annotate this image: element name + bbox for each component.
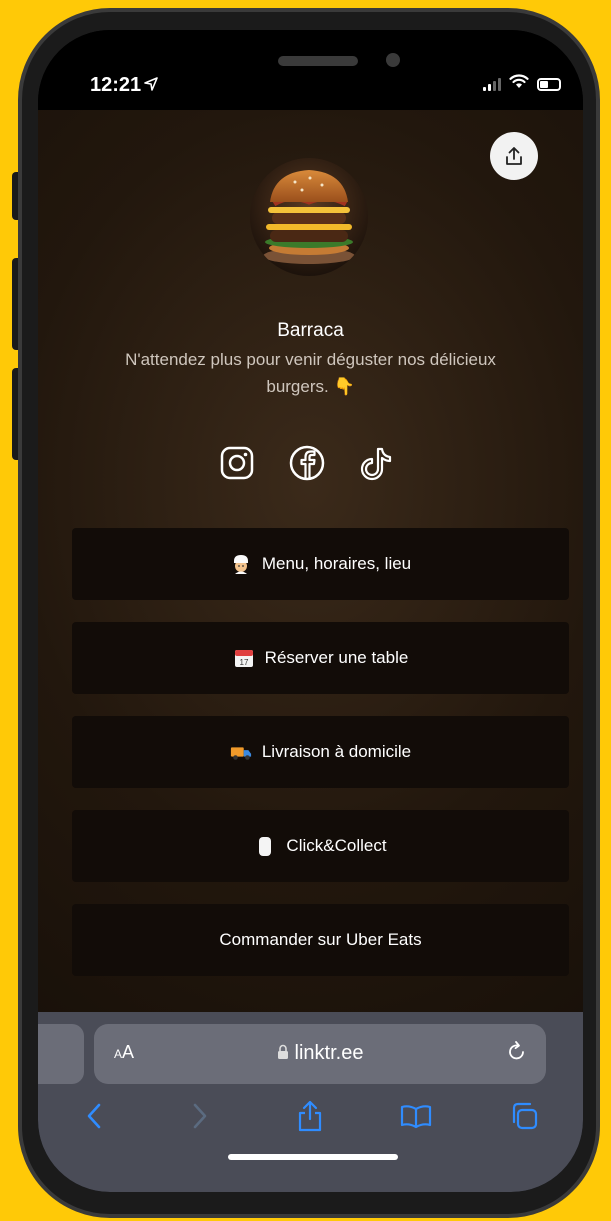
reload-icon[interactable] bbox=[506, 1040, 528, 1069]
burger-image bbox=[250, 158, 368, 276]
home-indicator bbox=[228, 1154, 398, 1160]
social-icons bbox=[216, 442, 398, 484]
url-text: linktr.ee bbox=[294, 1042, 364, 1064]
wifi-icon bbox=[509, 74, 529, 94]
status-icons bbox=[483, 74, 561, 94]
status-bar: 12:21 bbox=[38, 30, 583, 110]
notch-speaker bbox=[278, 56, 358, 66]
time-text: 12:21 bbox=[90, 74, 142, 96]
profile-bio: N'attendez plus pour venir déguster nos … bbox=[125, 350, 496, 396]
share-button[interactable] bbox=[490, 132, 538, 180]
link-reserver-table[interactable]: 17 Réserver une table bbox=[72, 622, 569, 694]
link-label: Réserver une table bbox=[264, 648, 409, 667]
url-display[interactable]: linktr.ee bbox=[94, 1042, 546, 1065]
link-label: Menu, horaires, lieu bbox=[261, 554, 412, 573]
phone-screen: 12:21 Barraca N'attendez plus pour venir… bbox=[38, 30, 583, 1192]
chef-emoji-icon bbox=[230, 553, 252, 575]
chevron-left-icon bbox=[87, 1103, 101, 1129]
tabs-button[interactable] bbox=[504, 1096, 544, 1136]
linktree-page: Barraca N'attendez plus pour venir dégus… bbox=[38, 110, 583, 1042]
book-icon bbox=[400, 1105, 432, 1129]
share-icon bbox=[298, 1100, 322, 1132]
link-livraison-domicile[interactable]: Livraison à domicile bbox=[72, 716, 569, 788]
battery-icon bbox=[537, 77, 561, 91]
forward-button[interactable] bbox=[180, 1096, 220, 1136]
link-label: Click&Collect bbox=[286, 836, 387, 855]
chevron-right-icon bbox=[193, 1103, 207, 1129]
link-label: Livraison à domicile bbox=[261, 742, 412, 761]
cup-emoji-icon bbox=[254, 835, 276, 857]
delivery-truck-emoji-icon bbox=[230, 741, 252, 763]
share-toolbar-button[interactable] bbox=[290, 1096, 330, 1136]
tabs-icon bbox=[512, 1102, 538, 1130]
address-bar[interactable]: AA linktr.ee bbox=[94, 1024, 546, 1084]
cellular-signal-icon bbox=[483, 77, 501, 91]
lock-icon bbox=[277, 1042, 289, 1065]
link-list: Menu, horaires, lieu 17 Réserver une tab… bbox=[72, 528, 569, 998]
tiktok-icon[interactable] bbox=[356, 442, 398, 484]
location-arrow-icon bbox=[144, 77, 158, 96]
notch-camera bbox=[386, 53, 400, 67]
profile-name: Barraca bbox=[277, 320, 344, 341]
link-uber-eats[interactable]: Commander sur Uber Eats bbox=[72, 904, 569, 976]
share-icon bbox=[506, 147, 522, 165]
status-time: 12:21 bbox=[90, 74, 158, 97]
svg-text:17: 17 bbox=[239, 658, 248, 667]
calendar-emoji-icon: 17 bbox=[233, 647, 255, 669]
back-button[interactable] bbox=[74, 1096, 114, 1136]
facebook-icon[interactable] bbox=[286, 442, 328, 484]
browser-nav-row bbox=[38, 1096, 583, 1142]
instagram-icon[interactable] bbox=[216, 442, 258, 484]
bookmarks-button[interactable] bbox=[396, 1096, 436, 1136]
link-label: Commander sur Uber Eats bbox=[219, 930, 422, 949]
link-click-collect[interactable]: Click&Collect bbox=[72, 810, 569, 882]
safari-toolbar: AA linktr.ee bbox=[38, 1012, 583, 1192]
link-menu-horaires-lieu[interactable]: Menu, horaires, lieu bbox=[72, 528, 569, 600]
avatar bbox=[250, 158, 368, 276]
previous-tab-preview[interactable] bbox=[38, 1024, 84, 1084]
